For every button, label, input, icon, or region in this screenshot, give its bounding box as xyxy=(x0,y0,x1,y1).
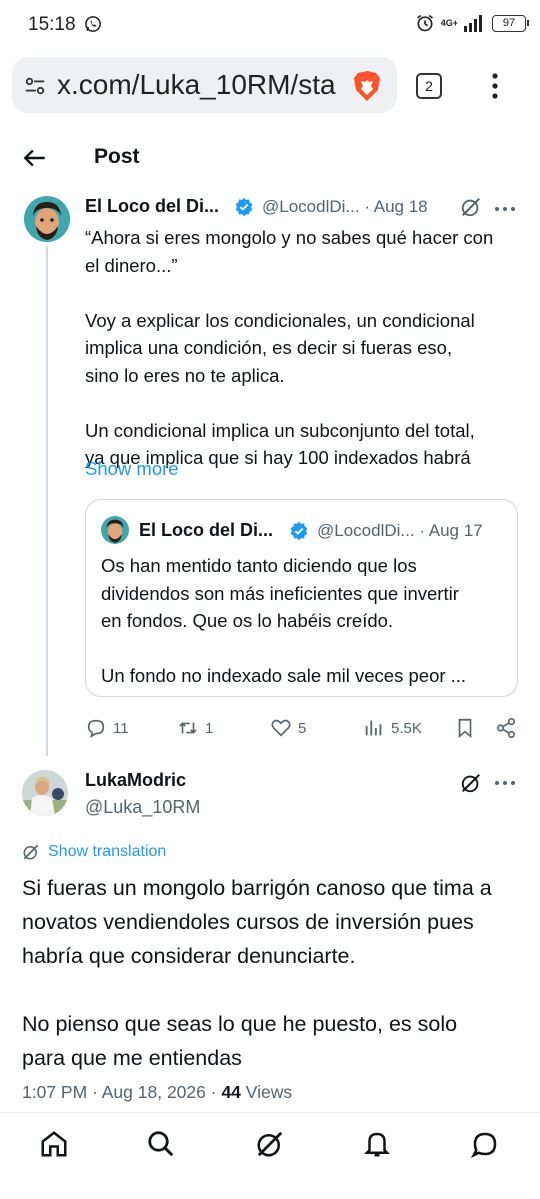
grok-icon[interactable] xyxy=(460,196,482,218)
alarm-icon xyxy=(416,14,433,32)
post-actions: 11 1 5 5.5K xyxy=(85,714,525,744)
show-translation-link[interactable]: Show translation xyxy=(22,843,166,861)
post-line: sino lo eres no te aplica. xyxy=(85,364,285,386)
post-date[interactable]: · Aug 18 xyxy=(364,197,427,216)
battery-icon: 97 xyxy=(492,14,529,32)
signal-icon xyxy=(464,15,482,32)
translation-label[interactable]: Show translation xyxy=(48,843,166,861)
reply-text: Si fueras un mongolo barrigón canoso que… xyxy=(22,871,522,1075)
views-label: Views xyxy=(245,1082,293,1102)
search-icon[interactable] xyxy=(146,1129,176,1159)
status-icons: 4G+ 97 xyxy=(415,13,529,33)
reply-count: 11 xyxy=(113,719,129,737)
post-timestamp[interactable]: 1:07 PM · Aug 18, 2026 · xyxy=(22,1082,217,1102)
reply-line: habría que considerar denunciarte. xyxy=(22,944,356,968)
repost-icon xyxy=(179,722,197,734)
page-header: Post xyxy=(0,135,540,183)
quote-author-name: El Loco del Di... xyxy=(139,520,274,540)
grok-icon[interactable] xyxy=(255,1129,285,1159)
browser-toolbar: x.com/Luka_10RM/sta 2 xyxy=(0,55,540,117)
bookmark-button[interactable] xyxy=(454,714,476,742)
reply-author-name[interactable]: LukaModric xyxy=(85,770,186,791)
quoted-post[interactable]: El Loco del Di... @LocodlDi... · Aug 17 … xyxy=(85,499,518,697)
thread-line xyxy=(46,246,48,756)
author-handle[interactable]: @LocodlDi... xyxy=(262,197,360,216)
avatar[interactable] xyxy=(24,196,70,242)
url-text[interactable]: x.com/Luka_10RM/sta xyxy=(57,69,347,101)
post-line: el dinero...” xyxy=(85,254,178,276)
reply-button[interactable]: 11 xyxy=(85,714,129,742)
reply-line: novatos vendiendoles cursos de inversión… xyxy=(22,910,474,934)
reply-icon xyxy=(87,719,105,738)
bottom-nav xyxy=(0,1112,540,1178)
status-time: 15:18 xyxy=(28,14,76,35)
quote-author-handle: @LocodlDi... xyxy=(317,521,415,540)
page-title: Post xyxy=(94,145,140,168)
share-button[interactable] xyxy=(495,714,517,742)
grok-icon[interactable] xyxy=(460,772,482,794)
views-icon xyxy=(365,720,382,736)
back-icon[interactable] xyxy=(22,145,48,171)
reply-line: para que me entiendas xyxy=(22,1046,242,1070)
views-button[interactable]: 5.5K xyxy=(363,714,422,742)
whatsapp-icon xyxy=(85,16,101,32)
like-count: 5 xyxy=(298,719,307,737)
reply-line: No pienso que seas lo que he puesto, es … xyxy=(22,1012,458,1036)
share-icon xyxy=(496,718,516,738)
author-name[interactable]: El Loco del Di... xyxy=(85,196,219,217)
site-settings-icon[interactable] xyxy=(24,75,46,97)
home-icon[interactable] xyxy=(39,1129,69,1159)
battery-level: 97 xyxy=(502,16,516,29)
quote-line: Un fondo no indexado sale mil veces peor… xyxy=(101,665,467,686)
author-handle-date: @LocodlDi... · Aug 18 xyxy=(262,197,428,217)
quote-text: Os han mentido tanto diciendo que los di… xyxy=(101,552,506,690)
verified-icon xyxy=(290,521,308,541)
verified-icon xyxy=(235,197,253,217)
post-text: “Ahora si eres mongolo y no sabes qué ha… xyxy=(85,224,525,472)
views-count: 5.5K xyxy=(391,719,422,737)
address-bar[interactable]: x.com/Luka_10RM/sta xyxy=(12,57,397,113)
repost-count: 1 xyxy=(205,719,214,737)
tab-count: 2 xyxy=(425,78,433,94)
translate-icon xyxy=(23,844,39,860)
quote-line: en fondos. Que os lo habéis creído. xyxy=(101,610,394,631)
more-icon[interactable] xyxy=(494,780,516,786)
messages-icon[interactable] xyxy=(470,1129,500,1159)
like-icon xyxy=(271,719,291,737)
notifications-icon[interactable] xyxy=(362,1129,392,1159)
post-line: Voy a explicar los condicionales, un con… xyxy=(85,309,475,331)
post-line: “Ahora si eres mongolo y no sabes qué ha… xyxy=(85,227,494,248)
quote-line: Os han mentido tanto diciendo que los xyxy=(101,555,417,576)
system-navigation-bar xyxy=(0,1178,540,1199)
quote-line: dividendos son más ineficientes que inve… xyxy=(101,582,459,604)
quote-avatar xyxy=(101,516,129,544)
post-meta: 1:07 PM · Aug 18, 2026 · 44 Views xyxy=(22,1082,292,1103)
quote-handle-date: @LocodlDi... · Aug 17 xyxy=(317,521,483,541)
avatar[interactable] xyxy=(22,770,68,816)
bookmark-icon xyxy=(458,718,472,739)
reply-line: Si fueras un mongolo barrigón canoso que… xyxy=(22,876,492,900)
network-type: 4G+ xyxy=(440,17,458,28)
menu-icon[interactable] xyxy=(485,71,505,101)
views-number: 44 xyxy=(221,1082,241,1102)
brave-icon[interactable] xyxy=(352,70,382,102)
like-button[interactable]: 5 xyxy=(270,714,306,742)
quote-date: · Aug 17 xyxy=(419,521,483,540)
reply-author-handle[interactable]: @Luka_10RM xyxy=(85,797,200,818)
post-line: implica una condición, es decir si fuera… xyxy=(85,337,453,358)
tabs-button[interactable]: 2 xyxy=(416,73,442,99)
repost-button[interactable]: 1 xyxy=(177,714,213,742)
post-line: Un condicional implica un subconjunto de… xyxy=(85,419,475,441)
more-icon[interactable] xyxy=(494,206,516,212)
show-more-link[interactable]: Show more xyxy=(85,458,179,480)
status-bar: 15:18 4G+ 97 xyxy=(0,0,540,50)
